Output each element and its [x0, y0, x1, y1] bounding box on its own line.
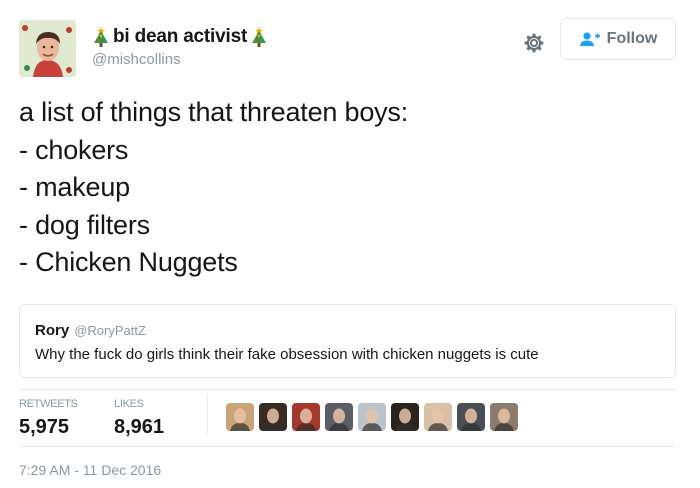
tweet-line: - chokers — [19, 134, 129, 165]
retweets-label: RETWEETS — [19, 398, 78, 410]
liker-avatar-4-icon — [325, 403, 353, 431]
liker-avatar-9-icon — [490, 403, 518, 431]
liker-avatar[interactable] — [457, 403, 485, 431]
likes-stat[interactable]: LIKES 8,961 — [114, 398, 164, 439]
liker-avatar-6-icon — [391, 403, 419, 431]
liker-avatar[interactable] — [391, 403, 419, 431]
tweet-line: a list of things that threaten boys: — [19, 97, 409, 127]
add-user-icon — [579, 32, 600, 46]
retweets-stat[interactable]: RETWEETS 5,975 — [19, 398, 78, 439]
tweet-line: - Chicken Nuggets — [19, 247, 238, 277]
tweet-text: a list of things that threaten boys: - c… — [19, 94, 679, 282]
liker-avatar-3-icon — [292, 403, 320, 431]
liker-avatar-7-icon — [424, 403, 452, 431]
liker-avatar-5-icon — [358, 403, 386, 431]
liker-avatar[interactable] — [358, 403, 386, 431]
author-display-name: bi dean activist — [113, 26, 248, 47]
tweet-line: - makeup — [19, 172, 130, 202]
quoted-tweet-name: Rory — [35, 322, 70, 339]
divider — [19, 446, 676, 447]
follow-button[interactable]: Follow — [560, 18, 676, 60]
liker-avatar-8-icon — [457, 403, 485, 431]
tweet-timestamp[interactable]: 7:29 AM - 11 Dec 2016 — [19, 462, 161, 478]
divider — [19, 389, 676, 390]
quoted-tweet-text: Why the fuck do girls think their fake o… — [35, 346, 539, 363]
christmas-tree-icon — [252, 27, 267, 47]
follow-label: Follow — [606, 30, 658, 47]
christmas-tree-icon — [94, 27, 108, 47]
liker-avatar[interactable] — [424, 403, 452, 431]
quoted-tweet-header: Rory @RoryPattZ — [35, 322, 146, 339]
likes-label: LIKES — [114, 398, 144, 410]
liker-avatar[interactable] — [292, 403, 320, 431]
liker-avatars — [226, 403, 518, 431]
liker-avatar[interactable] — [226, 403, 254, 431]
tweet-line: - dog filters — [19, 209, 150, 240]
gear-icon[interactable] — [520, 29, 548, 57]
author-handle[interactable]: @mishcollins — [92, 51, 181, 68]
avatar[interactable] — [19, 20, 76, 77]
author-name-row[interactable]: bi dean activist — [92, 26, 268, 48]
profile-photo-icon — [19, 20, 76, 77]
retweets-count: 5,975 — [19, 416, 70, 438]
likes-count: 8,961 — [114, 416, 165, 438]
liker-avatar[interactable] — [490, 403, 518, 431]
liker-avatar-2-icon — [259, 403, 287, 431]
liker-avatar[interactable] — [259, 403, 287, 431]
quoted-tweet-handle: @RoryPattZ — [74, 323, 146, 338]
quoted-tweet[interactable]: Rory @RoryPattZ Why the fuck do girls th… — [19, 304, 676, 378]
liker-avatar[interactable] — [325, 403, 353, 431]
liker-avatar-1-icon — [226, 403, 254, 431]
stats-separator — [207, 395, 208, 435]
